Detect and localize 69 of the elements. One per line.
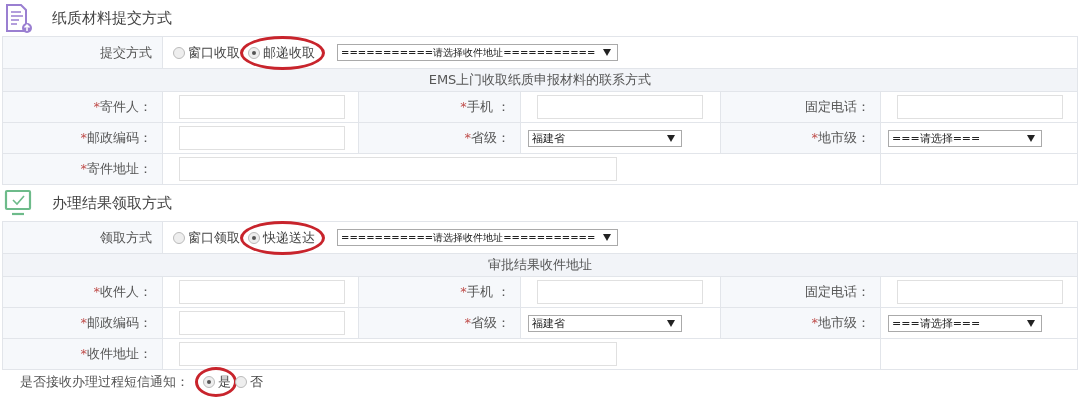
radio-label[interactable]: 快递送达 [263,228,315,247]
radio-button[interactable] [173,231,185,244]
text-field[interactable] [537,280,703,304]
field-label: 收件地址： [87,346,152,361]
radio-label[interactable]: 邮递收取 [263,43,315,62]
field-label: 邮政编码： [87,130,152,145]
required-mark: * [80,161,87,176]
caret-icon [667,319,675,327]
text-field[interactable] [179,311,345,335]
radio-button[interactable] [248,231,260,244]
field-label: 固定电话： [805,284,870,299]
field-label: 手机 ： [466,284,510,299]
field-label: 提交方式 [100,44,152,60]
caret-icon [1027,319,1035,327]
radio-button[interactable] [203,376,215,388]
dropdown[interactable]: ===请选择=== [888,129,1042,147]
required-mark: * [93,284,100,299]
dropdown[interactable]: ===请选择=== [888,314,1042,332]
text-field[interactable] [179,95,345,119]
radio-label[interactable]: 窗口领取 [188,228,240,247]
text-field[interactable] [179,342,617,366]
field-label: 寄件地址： [87,161,152,176]
required-mark: * [811,315,818,330]
required-mark: * [93,99,100,114]
field-label: 领取方式 [100,229,152,245]
field-label: 省级： [471,315,510,330]
required-mark: * [80,130,87,145]
required-mark: * [464,315,471,330]
document-icon [4,3,32,33]
text-field[interactable] [179,157,617,181]
dropdown[interactable]: 福建省 [528,129,682,147]
text-field[interactable] [179,280,345,304]
radio-label[interactable]: 否 [250,373,263,391]
required-mark: * [80,346,87,361]
field-label: 是否接收办理过程短信通知： [20,373,189,391]
field-label: 邮政编码： [87,315,152,330]
radio-button[interactable] [173,46,185,59]
radio-label[interactable]: 是 [218,373,231,391]
text-field[interactable] [897,280,1063,304]
required-mark: * [80,315,87,330]
subsection-title: EMS上门收取纸质申报材料的联系方式 [428,72,652,87]
caret-icon [603,49,611,56]
address-select[interactable]: ===========请选择收件地址=========== [337,229,618,246]
field-label: 手机 ： [466,99,510,114]
field-label: 固定电话： [805,99,870,114]
required-mark: * [464,130,471,145]
caret-icon [1027,134,1035,142]
dropdown[interactable]: 福建省 [528,314,682,332]
field-label: 寄件人： [100,99,152,114]
text-field[interactable] [179,126,345,150]
required-mark: * [460,99,467,114]
radio-button[interactable] [248,46,260,59]
required-mark: * [811,130,818,145]
monitor-icon [4,188,32,218]
field-label: 收件人： [100,284,152,299]
radio-button[interactable] [235,376,247,388]
radio-label[interactable]: 窗口收取 [188,43,240,62]
subsection-title: 审批结果收件地址 [488,257,593,272]
field-label: 地市级： [818,130,870,145]
text-field[interactable] [537,95,703,119]
required-mark: * [460,284,467,299]
field-label: 地市级： [818,315,870,330]
caret-icon [603,234,611,241]
field-label: 省级： [471,130,510,145]
section-title: 纸质材料提交方式 [52,8,172,28]
section-title: 办理结果领取方式 [52,193,172,213]
text-field[interactable] [897,95,1063,119]
caret-icon [667,134,675,142]
address-select[interactable]: ===========请选择收件地址=========== [337,44,618,61]
